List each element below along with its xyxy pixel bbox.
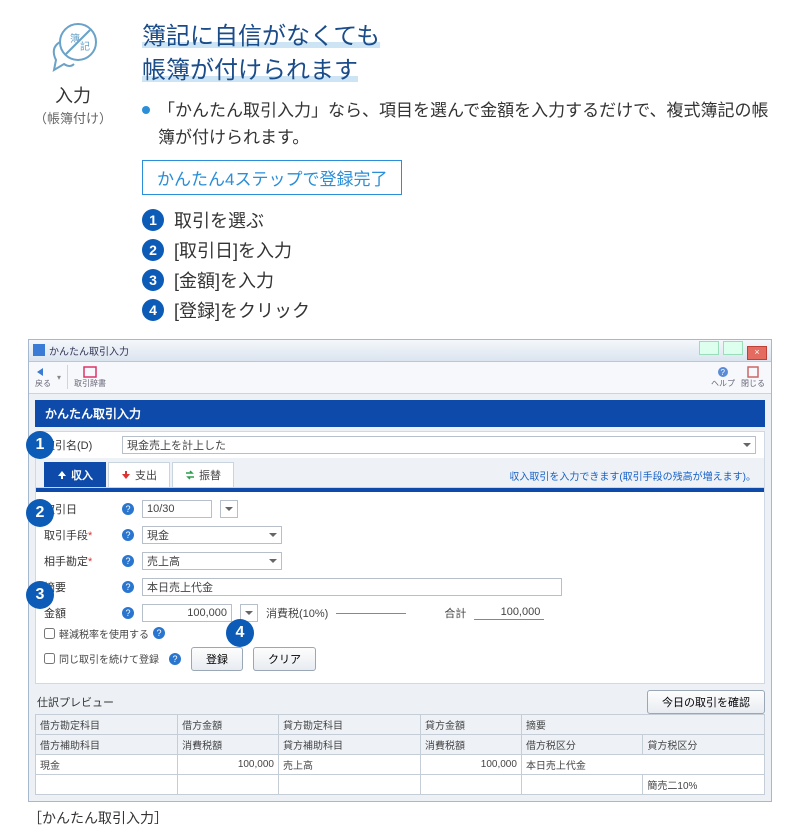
th: 摘要 xyxy=(521,714,764,734)
head-bookkeeping-icon: 簿 記 xyxy=(44,20,102,78)
callout-badge-1: 1 xyxy=(26,431,54,459)
date-input[interactable]: 10/30 xyxy=(142,500,212,518)
transaction-name-label: 取引名(D) xyxy=(44,437,114,453)
callout-badge-4: 4 xyxy=(226,619,254,647)
step-badge: 2 xyxy=(142,239,164,261)
window-controls: × xyxy=(698,341,767,360)
th: 貸方勘定科目 xyxy=(278,714,420,734)
th: 借方勘定科目 xyxy=(36,714,178,734)
memo-label: 摘要 xyxy=(44,579,114,595)
table-row: 現金 100,000 売上高 100,000 本日売上代金 xyxy=(36,754,765,774)
transaction-name-input[interactable]: 現金売上を計上した xyxy=(122,436,756,454)
help-icon[interactable]: ? xyxy=(122,529,134,541)
svg-text:簿: 簿 xyxy=(70,32,80,45)
th: 借方金額 xyxy=(178,714,279,734)
help-icon[interactable]: ? xyxy=(122,503,134,515)
reduced-tax-checkbox[interactable]: 軽減税率を使用する ? xyxy=(44,626,764,641)
preview-title: 仕訳プレビュー xyxy=(35,690,116,714)
tab-expense[interactable]: 支出 xyxy=(108,462,170,487)
th: 消費税額 xyxy=(178,734,279,754)
help-button[interactable]: ? ヘルプ xyxy=(711,366,735,389)
total-label: 合計 xyxy=(444,605,466,621)
memo-input[interactable]: 本日売上代金 xyxy=(142,578,562,596)
app-icon xyxy=(33,344,45,356)
promo-headline: 簿記に自信がなくても 帳簿が付けられます xyxy=(142,20,772,87)
th: 貸方金額 xyxy=(421,714,522,734)
tax-value xyxy=(336,612,406,614)
journal-button[interactable]: 取引辞書 xyxy=(74,366,106,389)
tax-label: 消費税(10%) xyxy=(266,605,328,621)
date-label: 取引日 xyxy=(44,501,114,517)
clear-button[interactable]: クリア xyxy=(253,647,316,671)
close-toolbar-button[interactable]: 閉じる xyxy=(741,366,765,389)
close-button[interactable]: × xyxy=(747,346,767,360)
th: 貸方税区分 xyxy=(643,734,765,754)
app-window: かんたん取引入力 × 戻る ▾ xyxy=(28,339,772,802)
step-text: [登録]をクリック xyxy=(174,297,310,323)
svg-text:?: ? xyxy=(721,368,726,377)
tab-income[interactable]: 収入 xyxy=(44,462,106,487)
step-text: [取引日]を入力 xyxy=(174,237,292,263)
back-button[interactable]: 戻る xyxy=(35,366,51,389)
window-titlebar: かんたん取引入力 × xyxy=(29,340,771,362)
method-label: 取引手段* xyxy=(44,527,114,543)
window-title: かんたん取引入力 xyxy=(49,343,129,358)
step-badge: 4 xyxy=(142,299,164,321)
help-icon[interactable]: ? xyxy=(153,627,165,639)
help-icon[interactable]: ? xyxy=(122,555,134,567)
continue-checkbox[interactable]: 同じ取引を続けて登録 xyxy=(44,651,159,666)
transfer-icon xyxy=(185,470,195,480)
expense-icon xyxy=(121,470,131,480)
th: 消費税額 xyxy=(421,734,522,754)
counter-input[interactable]: 売上高 xyxy=(142,552,282,570)
maximize-button[interactable] xyxy=(723,341,743,355)
table-row: 簡売二10% xyxy=(36,774,765,794)
feature-sublabel: （帳簿付け） xyxy=(28,108,118,127)
preview-table: 借方勘定科目 借方金額 貸方勘定科目 貸方金額 摘要 借方補助科目 消費税額 貸… xyxy=(35,714,765,795)
promo-description: 「かんたん取引入力」なら、項目を選んで金額を入力するだけで、複式簿記の帳簿が付け… xyxy=(158,97,772,151)
tabs-hint: 収入取引を入力できます(取引手段の残高が増えます)。 xyxy=(509,468,756,487)
amount-input[interactable]: 100,000 xyxy=(142,604,232,622)
section-header: かんたん取引入力 xyxy=(35,400,765,427)
help-icon[interactable]: ? xyxy=(122,581,134,593)
callout-badge-2: 2 xyxy=(26,499,54,527)
th: 貸方補助科目 xyxy=(278,734,420,754)
help-icon[interactable]: ? xyxy=(169,653,181,665)
steps-title-box: かんたん4ステップで登録完了 xyxy=(142,160,402,195)
total-value: 100,000 xyxy=(474,606,544,620)
today-transactions-button[interactable]: 今日の取引を確認 xyxy=(647,690,765,714)
help-icon[interactable]: ? xyxy=(122,607,134,619)
date-dropdown[interactable] xyxy=(220,500,238,518)
feature-label: 入力 xyxy=(28,82,118,108)
callout-badge-3: 3 xyxy=(26,581,54,609)
bullet-icon xyxy=(142,106,150,114)
th: 借方税区分 xyxy=(521,734,642,754)
th: 借方補助科目 xyxy=(36,734,178,754)
step-text: [金額]を入力 xyxy=(174,267,274,293)
register-button[interactable]: 登録 xyxy=(191,647,243,671)
feature-icon-block: 簿 記 入力 （帳簿付け） xyxy=(28,20,118,327)
step-badge: 1 xyxy=(142,209,164,231)
counter-label: 相手勘定* xyxy=(44,553,114,569)
method-input[interactable]: 現金 xyxy=(142,526,282,544)
minimize-button[interactable] xyxy=(699,341,719,355)
screenshot-caption: ［かんたん取引入力］ xyxy=(28,808,772,828)
amount-label: 金額 xyxy=(44,605,114,621)
tab-transfer[interactable]: 振替 xyxy=(172,462,234,487)
step-text: 取引を選ぶ xyxy=(174,207,264,233)
svg-text:記: 記 xyxy=(80,40,90,53)
income-icon xyxy=(57,470,67,480)
step-badge: 3 xyxy=(142,269,164,291)
